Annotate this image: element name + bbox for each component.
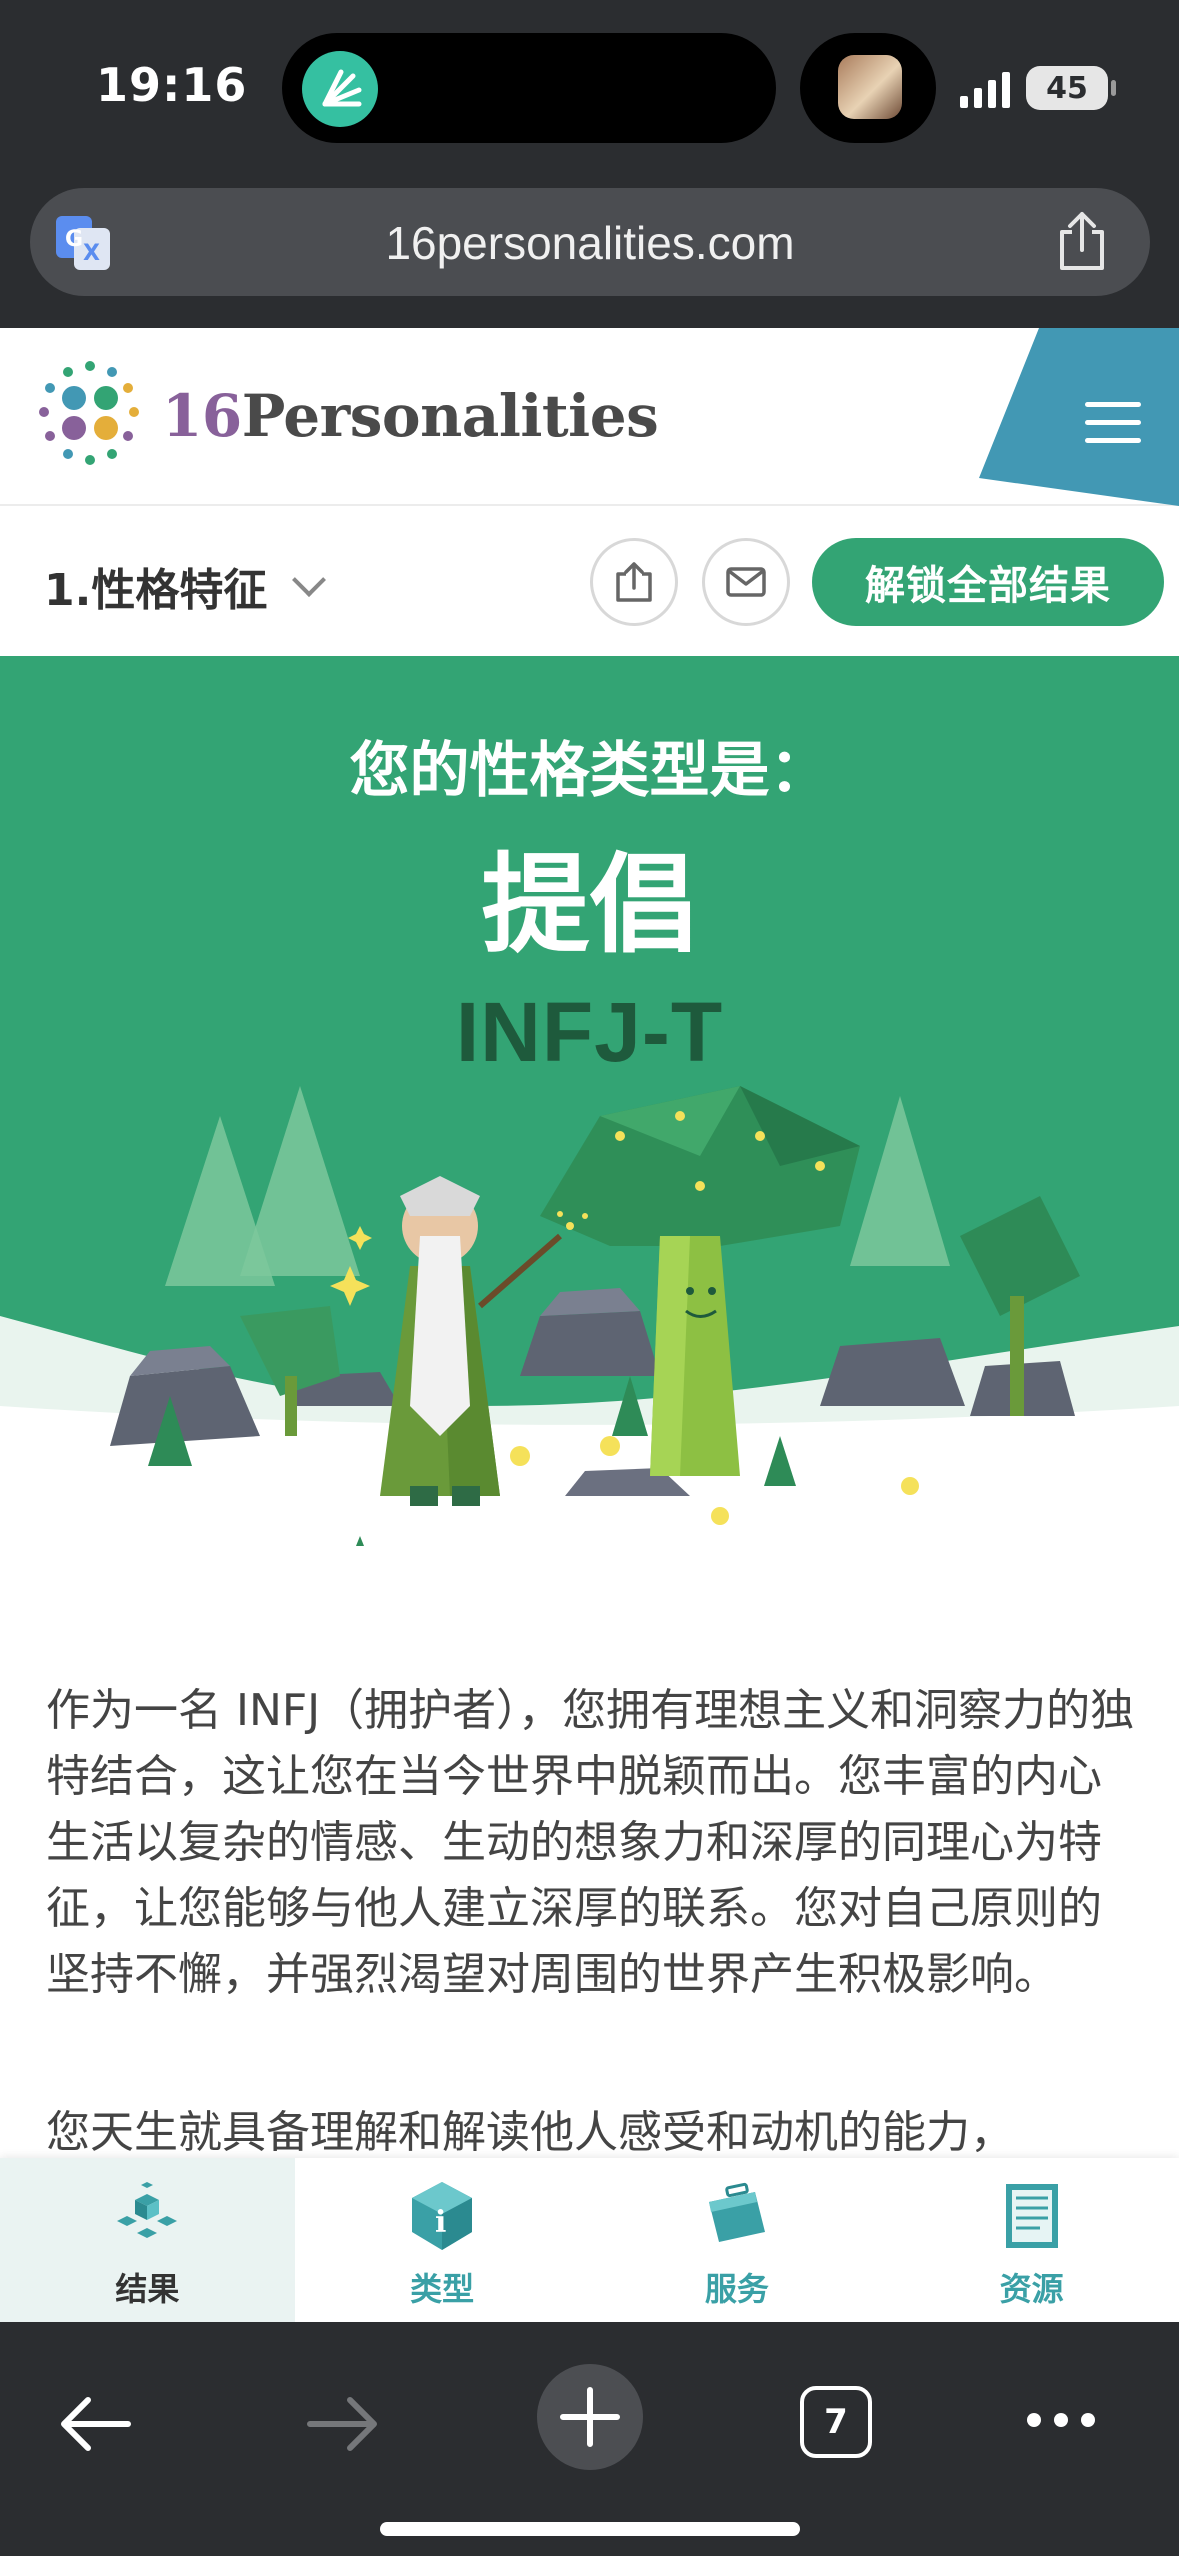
logo-number: 16 <box>162 382 242 450</box>
forward-arrow-icon[interactable] <box>304 2392 380 2456</box>
url-text[interactable]: 16personalities.com <box>30 216 1150 270</box>
result-article: 作为一名 INFJ（拥护者），您拥有理想主义和洞察力的独特结合，这让您在当今世界… <box>46 1678 1136 2048</box>
chevron-down-icon <box>292 563 327 597</box>
tab-services[interactable]: 服务 <box>590 2158 885 2322</box>
share-result-button[interactable] <box>590 538 678 626</box>
section-toolbar: 1.性格特征 解锁全部结果 <box>0 506 1179 656</box>
tab-types[interactable]: i 类型 <box>295 2158 590 2322</box>
share-icon[interactable] <box>1054 210 1110 272</box>
personality-code: INFJ-T <box>455 985 724 1079</box>
signal-icon <box>960 72 1010 108</box>
unlock-all-results-button[interactable]: 解锁全部结果 <box>812 538 1164 626</box>
info-gem-icon: i <box>412 2182 473 2250</box>
section-dropdown[interactable]: 1.性格特征 <box>44 554 327 618</box>
dynamic-island <box>282 33 776 143</box>
article-paragraph: 您天生就具备理解和解读他人感受和动机的能力， <box>46 2107 1014 2158</box>
browser-top-bar: 19:16 45 G X 16personalities.com <box>0 0 1179 328</box>
document-icon <box>1005 2184 1058 2248</box>
browser-bottom-toolbar: 7 <box>0 2322 1179 2556</box>
email-result-button[interactable] <box>702 538 790 626</box>
logo-dots-icon[interactable] <box>30 356 150 476</box>
address-bar[interactable]: G X 16personalities.com <box>30 188 1150 296</box>
tab-types-label: 类型 <box>410 2270 475 2308</box>
new-tab-plus-icon[interactable] <box>535 2362 645 2472</box>
article-paragraph: 作为一名 INFJ（拥护者），您拥有理想主义和洞察力的独特结合，这让您在当今世界… <box>46 1685 1135 2000</box>
share-box-icon <box>616 562 652 602</box>
live-activity-pill <box>800 33 936 143</box>
tabs-icon[interactable]: 7 <box>800 2386 872 2458</box>
tab-services-label: 服务 <box>704 2270 769 2308</box>
tab-results-label: 结果 <box>115 2270 180 2308</box>
activity-app-icon <box>302 51 378 127</box>
tab-resources-label: 资源 <box>999 2270 1064 2308</box>
home-indicator <box>380 2522 800 2536</box>
avatar <box>838 55 902 119</box>
status-time: 19:16 <box>96 58 248 112</box>
site-tab-bar: 结果 i 类型 服务 资源 <box>0 2158 1179 2322</box>
mail-icon <box>726 567 766 597</box>
personality-name: 提倡 <box>481 843 698 968</box>
advocate-illustration <box>0 1086 1179 1546</box>
tab-results[interactable]: 结果 <box>0 2158 295 2322</box>
more-icon[interactable] <box>1024 2408 1098 2432</box>
back-arrow-icon[interactable] <box>58 2392 134 2456</box>
briefcase-icon <box>708 2182 765 2242</box>
logo-word: Personalities <box>241 382 659 450</box>
tab-resources[interactable]: 资源 <box>884 2158 1179 2322</box>
hamburger-menu-icon[interactable] <box>1071 386 1161 456</box>
battery-indicator: 45 <box>1026 66 1116 110</box>
hero-subtitle: 您的性格类型是： <box>349 736 830 806</box>
personality-hero: 您的性格类型是： 提倡 INFJ-T <box>0 656 1179 1546</box>
svg-text:i: i <box>435 2205 446 2240</box>
site-logo-text[interactable]: 16Personalities <box>162 382 659 450</box>
section-dropdown-label: 1.性格特征 <box>44 565 268 616</box>
site-header: 16Personalities <box>0 328 1179 506</box>
results-cubes-icon <box>117 2182 178 2238</box>
